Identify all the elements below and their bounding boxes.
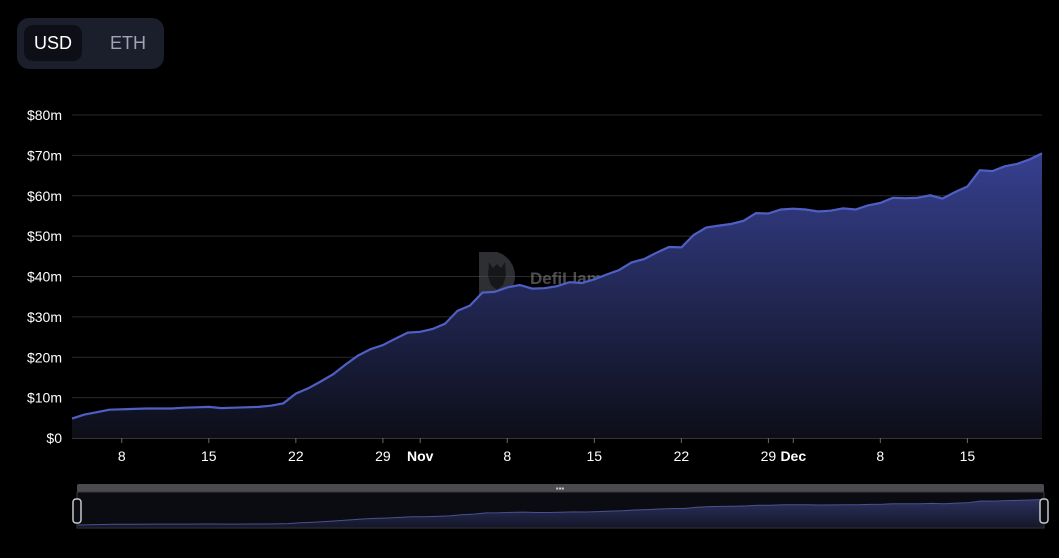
- y-tick-label: $50m: [27, 228, 62, 244]
- x-tick-label: 29: [761, 448, 777, 464]
- range-handle-right[interactable]: [1039, 498, 1049, 524]
- x-tick-label: 8: [876, 448, 884, 464]
- y-tick-label: $30m: [27, 309, 62, 325]
- x-tick-label: 8: [118, 448, 126, 464]
- y-tick-label: $70m: [27, 147, 62, 163]
- y-tick-label: $20m: [27, 349, 62, 365]
- y-tick-label: $40m: [27, 269, 62, 285]
- x-tick-label: 15: [201, 448, 217, 464]
- y-tick-label: $10m: [27, 390, 62, 406]
- x-axis: 8 15 22 29 Nov 8 15 22 29 Dec 8 15: [118, 438, 976, 464]
- x-tick-label: 15: [960, 448, 976, 464]
- y-tick-label: $0: [46, 430, 62, 446]
- y-tick-label: $80m: [27, 107, 62, 123]
- x-tick-label: Dec: [780, 448, 806, 464]
- range-selector[interactable]: ▪▪▪: [72, 484, 1049, 529]
- x-tick-label: 29: [375, 448, 391, 464]
- y-tick-label: $60m: [27, 188, 62, 204]
- range-handle-left[interactable]: [72, 498, 82, 524]
- x-tick-label: Nov: [407, 448, 434, 464]
- tvl-area-chart: $0 $10m $20m $30m $40m $50m $60m $70m $80m 8 15 22…: [27, 107, 1049, 529]
- x-tick-label: 22: [674, 448, 690, 464]
- x-tick-label: 22: [288, 448, 304, 464]
- y-axis: $0 $10m $20m $30m $40m $50m $60m $70m $80m: [27, 107, 62, 446]
- x-tick-label: 8: [503, 448, 511, 464]
- x-tick-label: 15: [587, 448, 603, 464]
